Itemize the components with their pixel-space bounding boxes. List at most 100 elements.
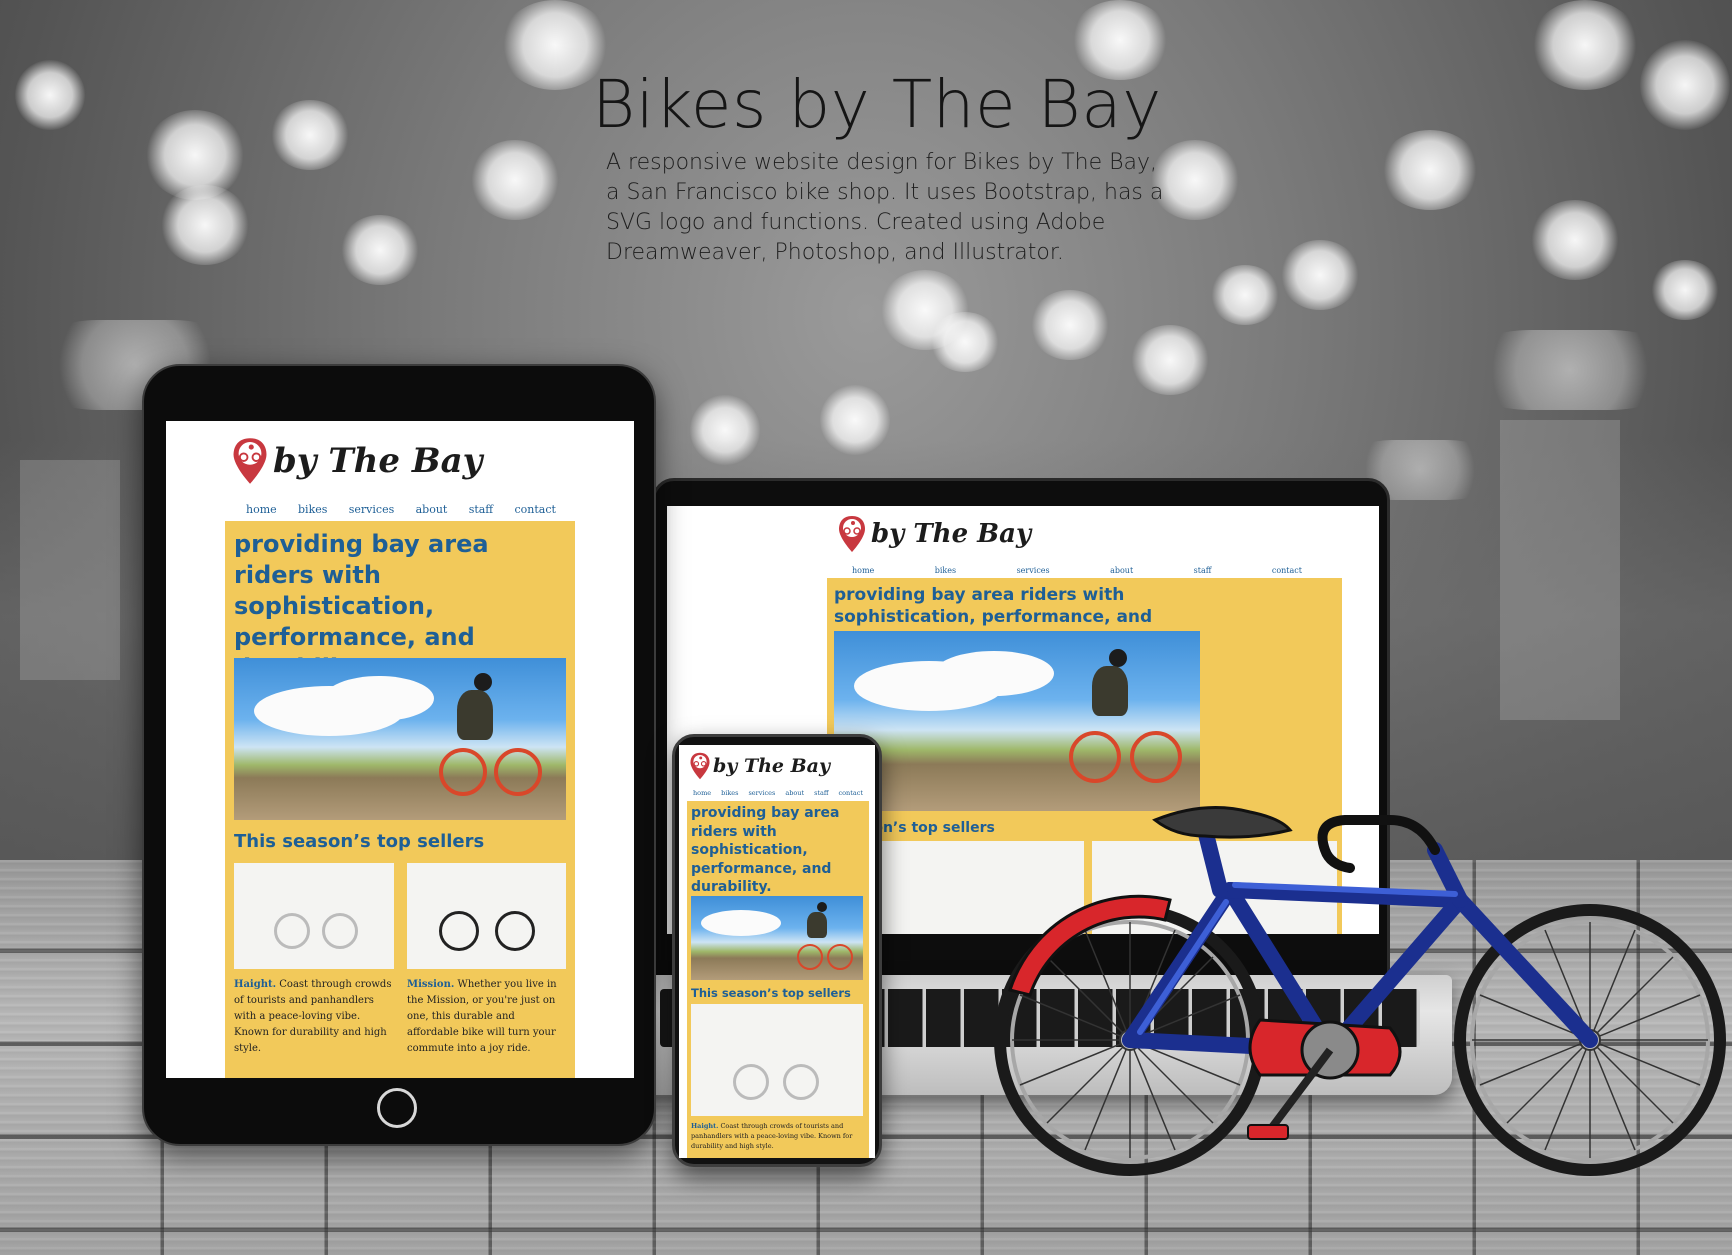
bokeh-light — [470, 140, 560, 220]
product-card-mission[interactable] — [407, 863, 566, 969]
bike-wheel — [733, 1064, 769, 1100]
bike-wheel — [495, 911, 535, 951]
rider — [807, 912, 827, 938]
project-description: A responsive website design for Bikes by… — [606, 150, 1164, 265]
nav-about[interactable]: about — [1110, 566, 1133, 575]
hero-panel: providing bay area riders with sophistic… — [225, 521, 575, 1078]
hero-photo — [834, 631, 1200, 811]
cloud — [701, 910, 781, 936]
map-pin-cyclist-icon — [233, 438, 267, 484]
bike-wheel — [322, 913, 358, 949]
nav-staff[interactable]: staff — [1194, 566, 1212, 575]
bike-wheel — [494, 748, 542, 796]
sellers-title: This season’s top sellers — [691, 986, 851, 1000]
bike-wheel — [797, 944, 823, 970]
rider — [474, 673, 492, 691]
bokeh-light — [1210, 265, 1280, 325]
bokeh-light — [1530, 200, 1620, 280]
cloud — [934, 651, 1054, 696]
bokeh-light — [1530, 0, 1640, 90]
bokeh-light — [1470, 330, 1670, 410]
nav-staff[interactable]: staff — [814, 789, 828, 797]
hero-photo — [234, 658, 566, 820]
site-logo[interactable]: by The Bay — [231, 431, 482, 491]
rider — [817, 902, 827, 912]
nav-bikes[interactable]: bikes — [721, 789, 738, 797]
nav-services[interactable]: services — [748, 789, 775, 797]
rider — [1109, 649, 1127, 667]
site-logo[interactable]: by The Bay — [837, 514, 1031, 554]
bokeh-light — [160, 185, 250, 265]
hero-panel: providing bay area riders with sophistic… — [687, 801, 869, 1158]
site-nav: home bikes services about staff contact — [693, 789, 863, 797]
bokeh-light — [1130, 325, 1210, 395]
bike-wheel — [1130, 731, 1182, 783]
nav-contact[interactable]: contact — [839, 789, 863, 797]
bokeh-light — [270, 100, 350, 170]
nav-about[interactable]: about — [416, 503, 448, 516]
phone-website: by The Bay home bikes services about sta… — [679, 745, 875, 1158]
nav-contact[interactable]: contact — [1272, 566, 1302, 575]
nav-about[interactable]: about — [785, 789, 804, 797]
rider — [1092, 666, 1128, 716]
bike-wheel — [1069, 731, 1121, 783]
page-title: Bikes by The Bay — [592, 66, 1162, 143]
bokeh-light — [930, 312, 1000, 372]
bokeh-light — [1650, 260, 1720, 320]
product-name[interactable]: Haight. — [234, 979, 276, 990]
phone-device: by The Bay home bikes services about sta… — [672, 734, 882, 1167]
product-description: Whether you live in the Mission, or you'… — [407, 979, 557, 1054]
bike-wheel — [783, 1064, 819, 1100]
bokeh-light — [1030, 290, 1110, 360]
product-copy-haight: Haight. Coast through crowds of tourists… — [691, 1121, 865, 1151]
logo-text: by The Bay — [273, 441, 483, 481]
nav-bikes[interactable]: bikes — [298, 503, 327, 516]
pedal — [1247, 1124, 1289, 1140]
bike-seat — [1152, 806, 1293, 839]
product-card-haight[interactable] — [691, 1004, 863, 1116]
map-pin-cyclist-icon — [690, 752, 710, 780]
product-card-haight[interactable] — [234, 863, 394, 969]
bokeh-light — [15, 60, 85, 130]
sellers-title: This season’s top sellers — [234, 831, 485, 852]
background-pillar — [20, 460, 120, 680]
product-name[interactable]: Mission. — [407, 979, 454, 990]
background-pillar — [1500, 420, 1620, 720]
map-pin-cyclist-icon — [839, 516, 865, 552]
handlebar — [1317, 815, 1440, 873]
site-nav: home bikes services about staff contact — [852, 566, 1302, 575]
nav-home[interactable]: home — [246, 503, 277, 516]
site-nav: home bikes services about staff contact — [246, 503, 556, 516]
bokeh-light — [1380, 130, 1480, 210]
cloud — [324, 676, 434, 721]
bokeh-light — [1640, 40, 1730, 130]
hero-photo — [691, 896, 863, 980]
product-copy-haight: Haight. Coast through crowds of tourists… — [234, 977, 394, 1057]
nav-contact[interactable]: contact — [515, 503, 556, 516]
product-copy-mission: Mission. Whether you live in the Mission… — [407, 977, 567, 1057]
nav-staff[interactable]: staff — [469, 503, 493, 516]
logo-text: by The Bay — [871, 519, 1032, 549]
product-description: Coast through crowds of tourists and pan… — [234, 979, 392, 1054]
tablet-website: by The Bay home bikes services about sta… — [166, 421, 634, 1078]
logo-text: by The Bay — [713, 755, 831, 777]
bike-wheel — [439, 748, 487, 796]
site-logo[interactable]: by The Bay — [689, 749, 830, 783]
hero-text: providing bay area riders with sophistic… — [691, 805, 840, 895]
nav-home[interactable]: home — [852, 566, 874, 575]
mockup-scene: Bikes by The Bay A responsive website de… — [0, 0, 1732, 1255]
tablet-device: by The Bay home bikes services about sta… — [142, 364, 656, 1146]
tablet-home-button[interactable] — [377, 1088, 417, 1128]
rider — [457, 690, 493, 740]
nav-bikes[interactable]: bikes — [935, 566, 956, 575]
bokeh-light — [1280, 240, 1360, 310]
bike-wheel — [439, 911, 479, 951]
sellers-title: son’s top sellers — [865, 820, 995, 836]
bicycle-illustration — [994, 806, 1726, 1176]
nav-services[interactable]: services — [349, 503, 394, 516]
nav-services[interactable]: services — [1017, 566, 1050, 575]
bike-wheel — [274, 913, 310, 949]
product-name[interactable]: Haight. — [691, 1122, 718, 1130]
nav-home[interactable]: home — [693, 789, 711, 797]
bike-wheel — [827, 944, 853, 970]
